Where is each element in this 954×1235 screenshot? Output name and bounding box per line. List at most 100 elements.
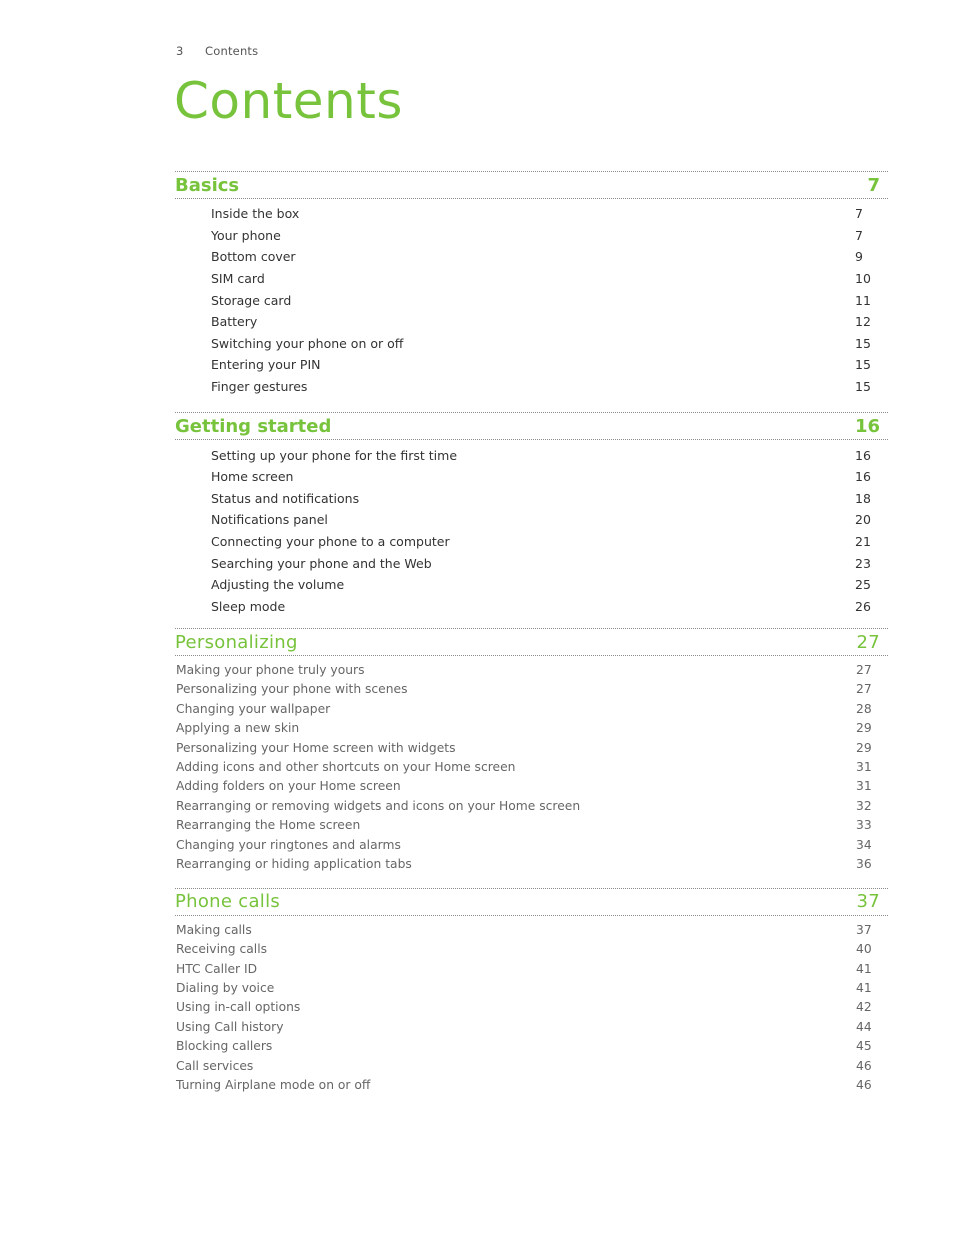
entry-page[interactable]: 44 [856, 1020, 872, 1034]
entry-label[interactable]: Blocking callers [176, 1039, 272, 1053]
entry-label[interactable]: Receiving calls [176, 942, 267, 956]
entry-page[interactable]: 36 [856, 857, 872, 871]
toc-entry[interactable]: Status and notifications 18 [175, 488, 888, 510]
section-heading[interactable]: Basics 7 [175, 171, 888, 199]
toc-entry[interactable]: Inside the box 7 [175, 203, 888, 225]
entry-page[interactable]: 29 [856, 741, 872, 755]
entry-label[interactable]: Applying a new skin [176, 721, 299, 735]
entry-page[interactable]: 41 [856, 962, 872, 976]
entry-page[interactable]: 7 [855, 228, 871, 243]
entry-label[interactable]: Personalizing your Home screen with widg… [176, 741, 456, 755]
entry-label[interactable]: Home screen [211, 469, 293, 484]
entry-page[interactable]: 21 [855, 534, 871, 549]
entry-label[interactable]: Status and notifications [211, 491, 359, 506]
entry-label[interactable]: Turning Airplane mode on or off [176, 1078, 370, 1092]
entry-label[interactable]: Switching your phone on or off [211, 336, 403, 351]
section-page[interactable]: 7 [867, 175, 880, 196]
entry-page[interactable]: 34 [856, 838, 872, 852]
toc-entry[interactable]: Storage card 11 [175, 289, 888, 311]
entry-page[interactable]: 40 [856, 942, 872, 956]
entry-label[interactable]: Notifications panel [211, 512, 328, 527]
entry-page[interactable]: 11 [855, 293, 871, 308]
toc-entry[interactable]: Adding icons and other shortcuts on your… [175, 757, 888, 776]
entry-page[interactable]: 27 [856, 663, 872, 677]
entry-label[interactable]: Rearranging the Home screen [176, 818, 360, 832]
entry-label[interactable]: Making your phone truly yours [176, 663, 364, 677]
toc-entry[interactable]: Switching your phone on or off 15 [175, 333, 888, 355]
entry-label[interactable]: Changing your wallpaper [176, 702, 330, 716]
toc-entry[interactable]: Changing your wallpaper 28 [175, 699, 888, 718]
entry-page[interactable]: 27 [856, 682, 872, 696]
entry-page[interactable]: 23 [855, 556, 871, 571]
entry-page[interactable]: 31 [856, 760, 872, 774]
entry-label[interactable]: Changing your ringtones and alarms [176, 838, 401, 852]
toc-entry[interactable]: Receiving calls 40 [175, 939, 888, 958]
entry-label[interactable]: Your phone [211, 228, 281, 243]
entry-label[interactable]: Setting up your phone for the first time [211, 448, 457, 463]
section-heading[interactable]: Personalizing 27 [175, 628, 888, 657]
toc-entry[interactable]: Sleep mode 26 [175, 596, 888, 618]
toc-entry[interactable]: Your phone 7 [175, 225, 888, 247]
toc-entry[interactable]: HTC Caller ID 41 [175, 959, 888, 978]
toc-entry[interactable]: Making your phone truly yours 27 [175, 660, 888, 679]
entry-page[interactable]: 26 [855, 599, 871, 614]
section-page[interactable]: 37 [856, 891, 880, 912]
entry-page[interactable]: 16 [855, 448, 871, 463]
entry-label[interactable]: Dialing by voice [176, 981, 274, 995]
entry-label[interactable]: Entering your PIN [211, 357, 321, 372]
entry-page[interactable]: 41 [856, 981, 872, 995]
entry-label[interactable]: Rearranging or hiding application tabs [176, 857, 412, 871]
entry-page[interactable]: 46 [856, 1059, 872, 1073]
toc-entry[interactable]: Turning Airplane mode on or off 46 [175, 1075, 888, 1094]
entry-label[interactable]: Making calls [176, 923, 252, 937]
section-title[interactable]: Phone calls [175, 891, 280, 912]
entry-label[interactable]: Rearranging or removing widgets and icon… [176, 799, 580, 813]
toc-entry[interactable]: Blocking callers 45 [175, 1037, 888, 1056]
entry-page[interactable]: 29 [856, 721, 872, 735]
entry-page[interactable]: 20 [855, 512, 871, 527]
toc-entry[interactable]: SIM card 10 [175, 268, 888, 290]
entry-page[interactable]: 33 [856, 818, 872, 832]
entry-label[interactable]: Storage card [211, 293, 291, 308]
entry-label[interactable]: Adding folders on your Home screen [176, 779, 401, 793]
section-page[interactable]: 27 [856, 632, 880, 653]
toc-entry[interactable]: Dialing by voice 41 [175, 978, 888, 997]
toc-entry[interactable]: Changing your ringtones and alarms 34 [175, 835, 888, 854]
section-title[interactable]: Getting started [175, 416, 331, 437]
entry-label[interactable]: SIM card [211, 271, 265, 286]
toc-entry[interactable]: Making calls 37 [175, 920, 888, 939]
toc-entry[interactable]: Personalizing your Home screen with widg… [175, 738, 888, 757]
entry-page[interactable]: 15 [855, 379, 871, 394]
entry-page[interactable]: 18 [855, 491, 871, 506]
entry-label[interactable]: Adjusting the volume [211, 577, 344, 592]
section-title[interactable]: Basics [175, 175, 239, 196]
entry-label[interactable]: Connecting your phone to a computer [211, 534, 450, 549]
toc-entry[interactable]: Connecting your phone to a computer 21 [175, 531, 888, 553]
entry-page[interactable]: 9 [855, 249, 871, 264]
section-heading[interactable]: Phone calls 37 [175, 887, 888, 916]
toc-entry[interactable]: Personalizing your phone with scenes 27 [175, 680, 888, 699]
entry-page[interactable]: 28 [856, 702, 872, 716]
toc-entry[interactable]: Searching your phone and the Web 23 [175, 552, 888, 574]
entry-page[interactable]: 37 [856, 923, 872, 937]
entry-page[interactable]: 15 [855, 357, 871, 372]
entry-label[interactable]: Using in-call options [176, 1000, 300, 1014]
entry-page[interactable]: 25 [855, 577, 871, 592]
section-title[interactable]: Personalizing [175, 632, 298, 653]
entry-label[interactable]: Bottom cover [211, 249, 296, 264]
entry-page[interactable]: 15 [855, 336, 871, 351]
entry-label[interactable]: Inside the box [211, 206, 299, 221]
toc-entry[interactable]: Rearranging or hiding application tabs 36 [175, 854, 888, 873]
entry-label[interactable]: Sleep mode [211, 599, 285, 614]
entry-label[interactable]: Personalizing your phone with scenes [176, 682, 408, 696]
entry-page[interactable]: 10 [855, 271, 871, 286]
entry-label[interactable]: Finger gestures [211, 379, 307, 394]
entry-page[interactable]: 12 [855, 314, 871, 329]
entry-label[interactable]: Call services [176, 1059, 253, 1073]
toc-entry[interactable]: Notifications panel 20 [175, 509, 888, 531]
entry-page[interactable]: 32 [856, 799, 872, 813]
toc-entry[interactable]: Rearranging or removing widgets and icon… [175, 796, 888, 815]
entry-label[interactable]: Using Call history [176, 1020, 284, 1034]
entry-page[interactable]: 7 [855, 206, 871, 221]
entry-page[interactable]: 31 [856, 779, 872, 793]
